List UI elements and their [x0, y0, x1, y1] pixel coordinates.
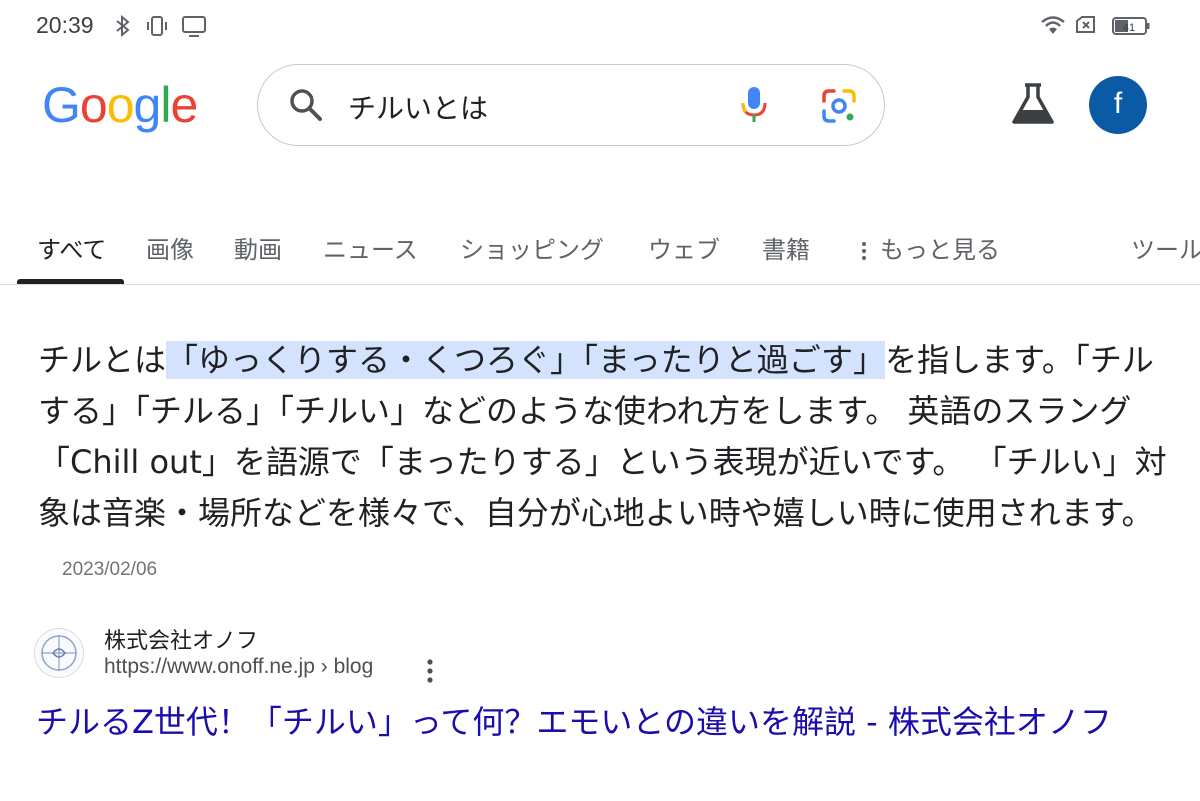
result-menu-icon[interactable]: [422, 657, 438, 685]
search-box[interactable]: チルいとは: [257, 64, 885, 146]
site-favicon[interactable]: [34, 628, 84, 678]
status-time: 20:39: [36, 12, 94, 38]
tab-web[interactable]: ウェブ: [648, 230, 720, 265]
site-name[interactable]: 株式会社オノフ: [104, 623, 258, 655]
tab-books[interactable]: 書籍: [762, 230, 810, 265]
tab-images[interactable]: 画像: [146, 230, 194, 265]
logo-letter: e: [170, 77, 198, 133]
cast-icon: [181, 14, 207, 42]
logo-letter: G: [42, 77, 81, 133]
search-tabs: すべて 画像 動画 ニュース ショッピング ウェブ 書籍 もっと見る ツール: [0, 220, 1200, 285]
google-lens-icon[interactable]: [820, 87, 858, 129]
status-bar: 20:39 41: [0, 0, 1200, 52]
logo-letter: o: [106, 77, 135, 133]
snippet-highlight: 「ゆっくりする・くつろぐ」「まったりと過ごす」: [166, 341, 886, 379]
labs-flask-icon[interactable]: [1010, 82, 1056, 130]
site-url[interactable]: https://www.onoff.ne.jp › blog: [104, 655, 373, 679]
tab-videos[interactable]: 動画: [234, 230, 282, 265]
search-input[interactable]: チルいとは: [348, 87, 488, 127]
tab-shopping[interactable]: ショッピング: [460, 230, 604, 265]
mic-icon[interactable]: [738, 85, 770, 129]
wifi-icon: [1040, 14, 1066, 42]
result-title-link[interactable]: チルるZ世代！「チルい」って何？エモいとの違いを解説 - 株式会社オノフ: [36, 700, 1116, 744]
google-logo[interactable]: Google: [42, 76, 198, 134]
featured-snippet: チルとは「ゆっくりする・くつろぐ」「まったりと過ごす」を指します。「チルする」「…: [38, 335, 1183, 595]
logo-letter: o: [79, 77, 108, 133]
no-sim-icon: [1074, 14, 1098, 42]
battery-icon: 41: [1112, 14, 1150, 42]
search-icon[interactable]: [288, 87, 324, 127]
vibrate-icon: [145, 14, 169, 42]
logo-letter: g: [133, 77, 162, 133]
tab-more[interactable]: もっと見る: [862, 230, 1000, 265]
logo-letter: l: [160, 77, 171, 133]
snippet-prefix: チルとは: [38, 341, 167, 379]
battery-level: 41: [1123, 22, 1135, 34]
bluetooth-icon: [113, 14, 133, 42]
snippet-date: 2023/02/06: [62, 559, 158, 580]
active-tab-indicator: [17, 279, 124, 284]
tab-news[interactable]: ニュース: [323, 230, 418, 265]
tab-more-label: もっと見る: [880, 236, 1000, 264]
tab-all[interactable]: すべて: [37, 230, 106, 265]
tab-tools[interactable]: ツール: [1131, 230, 1200, 265]
more-vert-icon: [862, 242, 866, 260]
account-avatar[interactable]: f: [1089, 76, 1147, 134]
